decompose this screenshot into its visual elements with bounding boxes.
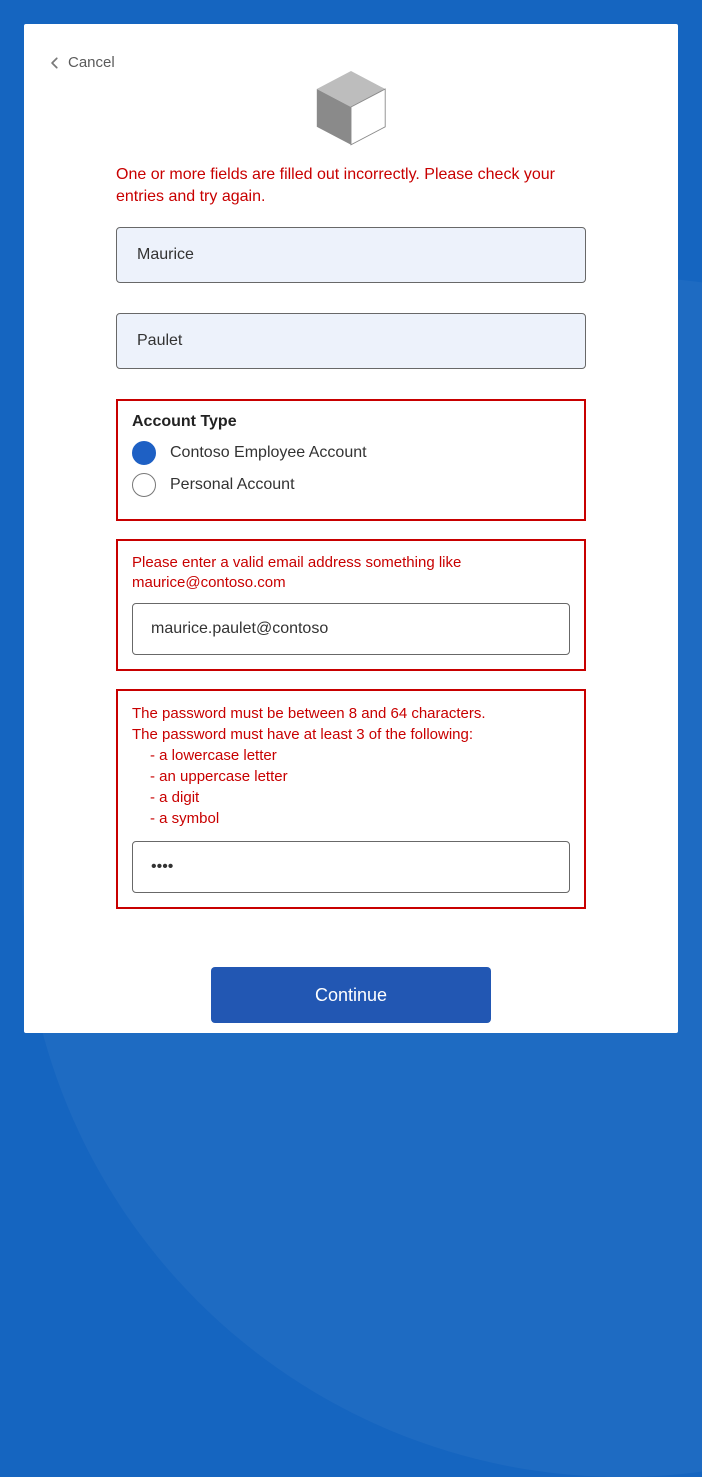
signup-card: Cancel One or more fields are filled out…: [24, 24, 678, 1033]
account-type-section: Account Type Contoso Employee Account Pe…: [116, 399, 586, 521]
form-error-summary: One or more fields are filled out incorr…: [116, 164, 586, 209]
cancel-label: Cancel: [68, 54, 115, 71]
cancel-button[interactable]: Cancel: [48, 54, 115, 71]
form-content: One or more fields are filled out incorr…: [116, 158, 586, 1023]
email-section: Please enter a valid email address somet…: [116, 539, 586, 672]
password-req-length: The password must be between 8 and 64 ch…: [132, 703, 570, 724]
email-field[interactable]: [132, 603, 570, 655]
account-type-label: Account Type: [132, 413, 570, 431]
password-req-item: - an uppercase letter: [132, 766, 570, 787]
radio-personal-label: Personal Account: [170, 476, 295, 494]
chevron-left-icon: [48, 56, 62, 70]
radio-employee-label: Contoso Employee Account: [170, 444, 367, 462]
radio-dot-icon: [132, 473, 156, 497]
radio-personal-account[interactable]: Personal Account: [132, 473, 570, 497]
continue-button[interactable]: Continue: [211, 967, 491, 1023]
password-field[interactable]: [132, 841, 570, 893]
password-req-item: - a digit: [132, 787, 570, 808]
last-name-field[interactable]: [116, 313, 586, 369]
password-section: The password must be between 8 and 64 ch…: [116, 689, 586, 909]
email-error: Please enter a valid email address somet…: [132, 553, 570, 594]
app-logo: [306, 62, 396, 152]
password-requirements: The password must be between 8 and 64 ch…: [132, 703, 570, 829]
first-name-field[interactable]: [116, 227, 586, 283]
password-req-intro: The password must have at least 3 of the…: [132, 724, 570, 745]
password-req-item: - a symbol: [132, 808, 570, 829]
radio-dot-icon: [132, 441, 156, 465]
radio-employee-account[interactable]: Contoso Employee Account: [132, 441, 570, 465]
password-req-item: - a lowercase letter: [132, 745, 570, 766]
